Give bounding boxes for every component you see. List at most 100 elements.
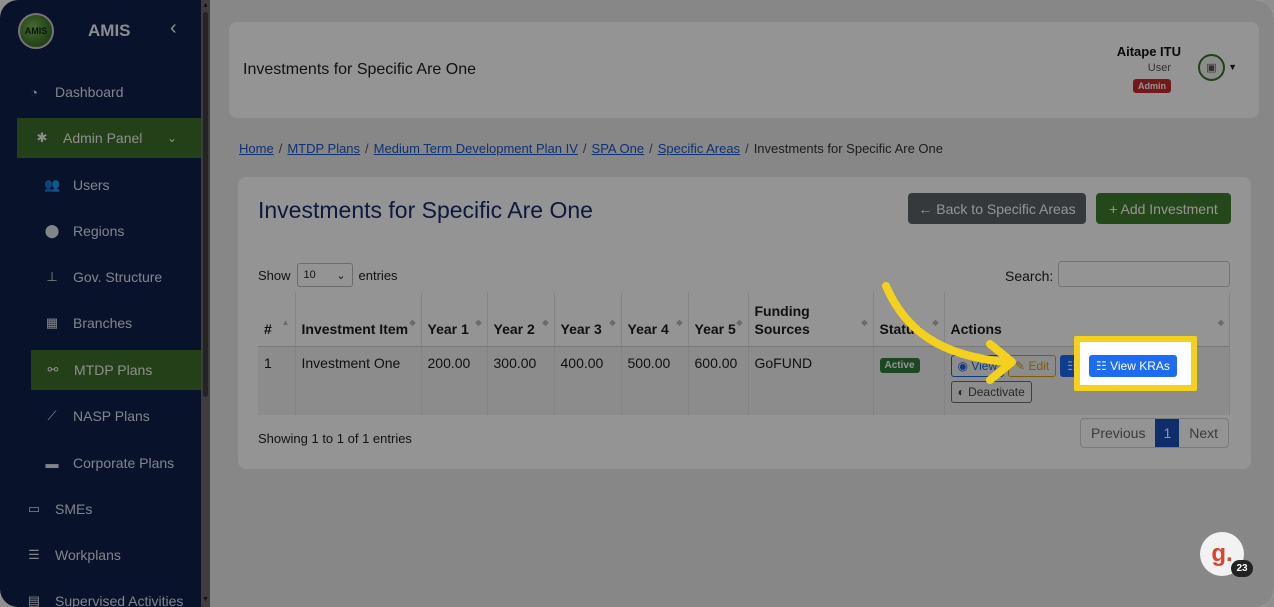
column-header-funding-sources[interactable]: Funding Sources ◆ (748, 292, 874, 347)
page-1-button[interactable]: 1 (1155, 419, 1180, 447)
map-pin-icon: ⬤ (44, 223, 60, 238)
top-navbar: Investments for Specific Are One Aitape … (229, 22, 1259, 118)
sort-icon: ◆ (409, 317, 416, 327)
image-icon: ▣ (1206, 62, 1217, 74)
sidebar-item-label: Corporate Plans (73, 455, 175, 471)
column-header-investment-item[interactable]: Investment Item ◆ (295, 292, 422, 347)
edit-label: Edit (1028, 358, 1050, 373)
app-window: AMIS AMIS ‹ ◔ Dashboard ✱ Admin Panel ⌄ … (0, 0, 1274, 607)
user-name: Aitape ITU (1116, 44, 1181, 59)
column-header-year-1[interactable]: Year 1 ◆ (421, 292, 488, 347)
sidebar: AMIS AMIS ‹ ◔ Dashboard ✱ Admin Panel ⌄ … (0, 0, 210, 607)
add-investment-button[interactable]: + Add Investment (1096, 193, 1231, 224)
column-label: Year 5 (694, 320, 736, 337)
page-length-value: 10 (303, 269, 316, 281)
chevron-down-icon: ⌄ (167, 131, 178, 145)
page-title: Investments for Specific Are One (258, 197, 593, 223)
cell-year-2: 300.00 (487, 346, 555, 415)
sidebar-item-label: Dashboard (55, 84, 124, 100)
show-entries-control: Show 10 ⌄ entries (258, 263, 398, 287)
column-header-year-5[interactable]: Year 5 ◆ (688, 292, 749, 347)
previous-page-button[interactable]: Previous (1081, 419, 1155, 447)
view-button[interactable]: ◉ View (950, 354, 1005, 377)
cell-year-5: 600.00 (688, 346, 749, 415)
breadcrumb-separator: / (649, 141, 653, 156)
deactivate-button[interactable]: ◐ Deactivate (950, 380, 1032, 403)
entries-label: entries (358, 267, 398, 283)
brand[interactable]: AMIS AMIS (0, 0, 210, 62)
breadcrumb-separator: / (278, 141, 283, 156)
sidebar-item-mtdp-plans[interactable]: ⚯ MTDP Plans (31, 350, 201, 390)
admin-badge: Admin (1133, 79, 1171, 93)
next-page-button[interactable]: Next (1179, 419, 1228, 447)
column-header-status[interactable]: Status ◆ (873, 292, 945, 347)
clipboard-icon: ▤ (27, 593, 41, 607)
page-length-select[interactable]: 10 ⌄ (296, 263, 353, 287)
view-label: View (971, 358, 998, 373)
sidebar-item-label: SMEs (55, 501, 93, 517)
sidebar-item-branches[interactable]: ▦ Branches (0, 303, 201, 343)
sidebar-scrollbar[interactable]: ▲ ▼ (201, 0, 210, 607)
briefcase-icon: ▬ (45, 455, 59, 471)
guide-count-badge: 23 (1231, 560, 1253, 577)
cell-funding-sources: GoFUND (748, 346, 874, 415)
breadcrumb-spa-one[interactable]: SPA One (592, 141, 645, 156)
show-label: Show (258, 267, 291, 283)
breadcrumb-mtdp-iv[interactable]: Medium Term Development Plan IV (374, 141, 578, 156)
column-header-year-4[interactable]: Year 4 ◆ (621, 292, 689, 347)
toggle-icon: ◐ (957, 384, 969, 399)
caret-down-icon[interactable]: ▼ (1228, 62, 1237, 72)
highlighted-view-kras-button[interactable]: ☷ View KRAs (1089, 355, 1177, 377)
sidebar-item-label: Users (73, 177, 110, 193)
breadcrumb-mtdp-plans[interactable]: MTDP Plans (287, 141, 360, 156)
back-to-specific-areas-button[interactable]: ← Back to Specific Areas (908, 193, 1086, 224)
page-header-title: Investments for Specific Are One (243, 61, 476, 78)
sidebar-item-users[interactable]: 👥 Users (0, 165, 201, 205)
column-label: Actions (950, 320, 1002, 337)
avatar[interactable]: ▣ (1198, 54, 1225, 81)
dashboard-icon: ◔ (30, 84, 38, 100)
sidebar-item-dashboard[interactable]: ◔ Dashboard (0, 72, 201, 112)
chevron-down-icon: ⌄ (336, 269, 346, 282)
sort-icon: ◆ (609, 317, 616, 327)
sidebar-item-admin-panel[interactable]: ✱ Admin Panel ⌄ (17, 118, 201, 158)
edit-button[interactable]: ✎ Edit (1008, 354, 1057, 377)
app-logo: AMIS (18, 13, 54, 49)
sidebar-item-nasp-plans[interactable]: ⟋ NASP Plans (0, 396, 201, 436)
scroll-up-icon[interactable]: ▲ (202, 2, 209, 9)
sidebar-toggle-icon[interactable]: ‹ (170, 17, 177, 40)
cell-year-4: 500.00 (621, 346, 689, 415)
breadcrumb-home[interactable]: Home (239, 141, 274, 156)
sidebar-item-supervised-activities[interactable]: ▤ Supervised Activities (0, 581, 201, 607)
scrollbar-thumb[interactable] (203, 12, 208, 397)
edit-icon: ✎ (1015, 358, 1029, 373)
user-role: User (1147, 62, 1171, 74)
sidebar-item-label: Supervised Activities (55, 593, 184, 607)
breadcrumb-specific-areas[interactable]: Specific Areas (658, 141, 740, 156)
column-label: Year 1 (427, 320, 469, 337)
column-header-year-3[interactable]: Year 3 ◆ (554, 292, 622, 347)
sort-icon: ◆ (932, 317, 939, 327)
sidebar-item-regions[interactable]: ⬤ Regions (0, 211, 201, 251)
users-icon: 👥 (44, 177, 61, 192)
sidebar-item-gov-structure[interactable]: ⊥ Gov. Structure (0, 257, 201, 297)
search-input[interactable] (1058, 261, 1230, 287)
column-header-year-2[interactable]: Year 2 ◆ (487, 292, 555, 347)
column-label: Investment Item (301, 320, 409, 337)
column-label: # (264, 320, 272, 337)
building-icon: ▦ (45, 315, 59, 330)
sort-icon: ▲ (281, 317, 290, 327)
sidebar-item-workplans[interactable]: ☰ Workplans (0, 535, 201, 575)
sidebar-item-corporate-plans[interactable]: ▬ Corporate Plans (0, 443, 201, 483)
sidebar-item-smes[interactable]: ▭ SMEs (0, 489, 201, 529)
breadcrumb: Home / MTDP Plans / Medium Term Development … (239, 141, 943, 156)
chart-line-icon: ⟋ (47, 408, 57, 423)
network-icon: ⚯ (47, 362, 59, 377)
investments-card: Investments for Specific Are One ← Back … (238, 177, 1251, 469)
table-info: Showing 1 to 1 of 1 entries (258, 431, 412, 446)
scroll-down-icon[interactable]: ▼ (202, 596, 209, 603)
column-label: Status (879, 320, 923, 337)
sort-icon: ◆ (475, 317, 482, 327)
sidebar-item-label: MTDP Plans (74, 362, 153, 378)
column-header-number[interactable]: # ▲ (258, 292, 296, 347)
